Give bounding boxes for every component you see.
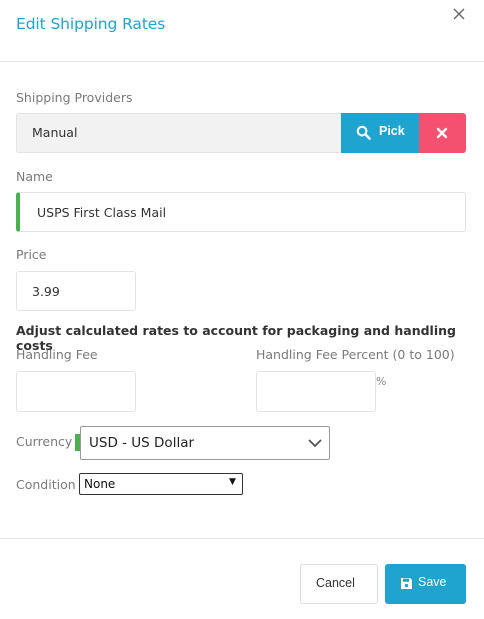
condition-selected-value: None xyxy=(84,477,116,491)
name-value: USPS First Class Mail xyxy=(37,205,167,220)
name-label: Name xyxy=(16,169,53,184)
pick-provider-button[interactable]: Pick xyxy=(341,113,420,153)
shipping-provider-value: Manual xyxy=(32,125,78,140)
times-icon xyxy=(436,127,448,139)
handling-fee-percent-label: Handling Fee Percent (0 to 100) xyxy=(256,347,455,362)
dialog-header: Edit Shipping Rates xyxy=(0,0,484,62)
price-label: Price xyxy=(16,247,47,262)
currency-label: Currency xyxy=(16,434,73,449)
footer-divider xyxy=(0,538,484,539)
handling-fee-percent-input[interactable] xyxy=(256,371,376,412)
chevron-down-icon xyxy=(308,439,322,448)
cancel-button-label: Cancel xyxy=(316,576,355,590)
currency-selected-value: USD - US Dollar xyxy=(89,435,195,451)
pick-button-label: Pick xyxy=(379,124,405,138)
handling-fee-label: Handling Fee xyxy=(16,347,98,362)
percent-suffix: % xyxy=(376,375,387,388)
dropdown-arrow-icon: ▼ xyxy=(229,477,236,487)
search-icon xyxy=(356,125,371,140)
edit-shipping-rates-dialog: Edit Shipping Rates Shipping Providers M… xyxy=(0,0,484,619)
close-icon[interactable] xyxy=(451,6,467,22)
cancel-button[interactable]: Cancel xyxy=(300,564,378,604)
condition-select[interactable]: None ▼ xyxy=(79,473,243,495)
save-button-label: Save xyxy=(418,575,447,589)
price-input[interactable]: 3.99 xyxy=(16,271,136,311)
currency-select[interactable]: USD - US Dollar xyxy=(80,426,330,460)
price-value: 3.99 xyxy=(32,284,60,299)
shipping-provider-field: Manual xyxy=(16,113,342,153)
name-input[interactable]: USPS First Class Mail xyxy=(16,192,466,232)
save-button[interactable]: Save xyxy=(385,564,466,604)
shipping-providers-label: Shipping Providers xyxy=(16,90,133,105)
clear-provider-button[interactable] xyxy=(419,113,466,153)
condition-label: Condition xyxy=(16,477,76,492)
dialog-title: Edit Shipping Rates xyxy=(16,15,166,33)
handling-fee-input[interactable] xyxy=(16,371,136,412)
floppy-disk-icon xyxy=(401,578,412,589)
